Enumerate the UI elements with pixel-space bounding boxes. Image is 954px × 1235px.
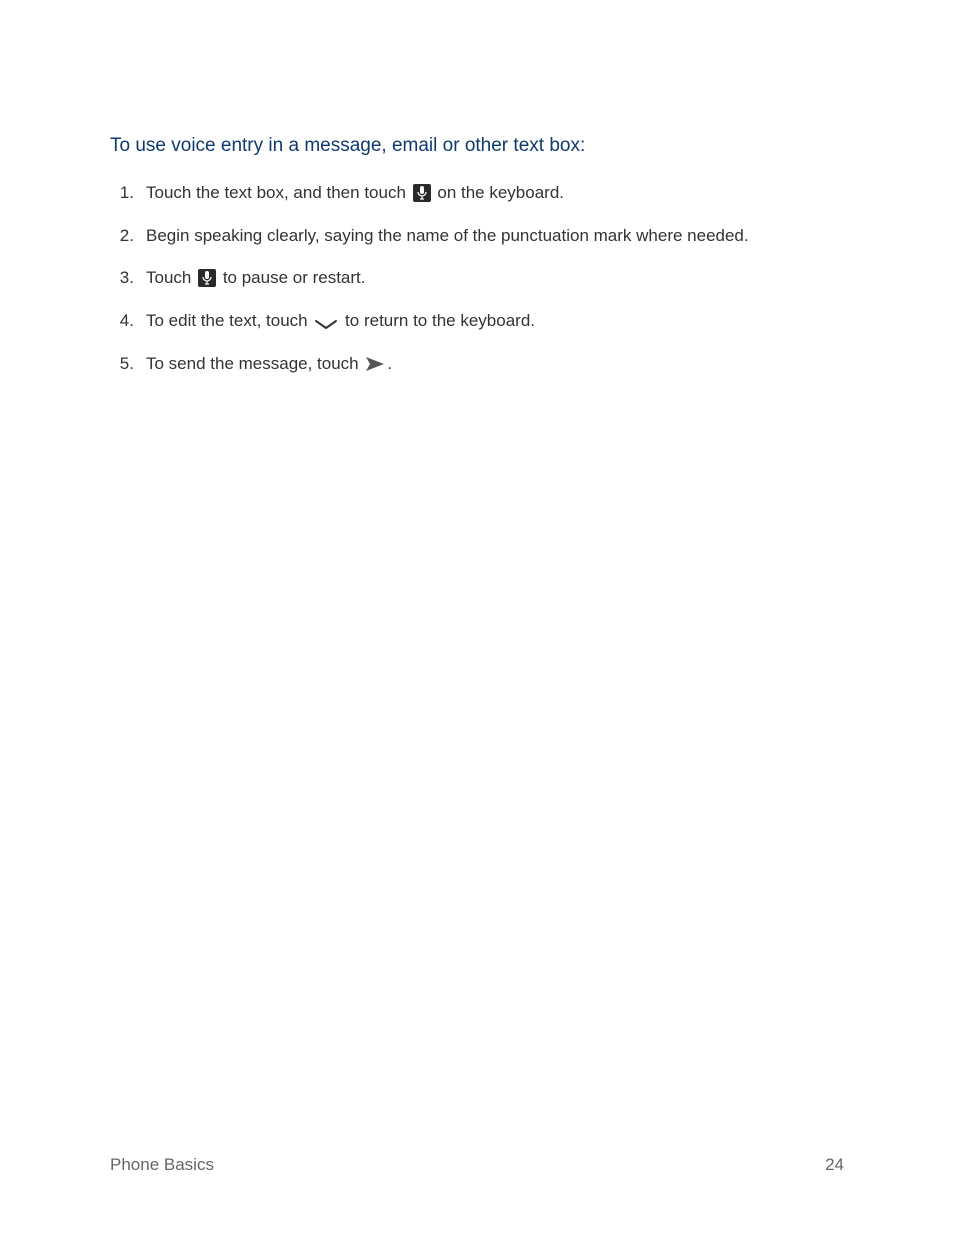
footer-page-number: 24	[825, 1155, 844, 1175]
microphone-icon	[413, 184, 431, 202]
step-3: Touch to pause or restart.	[110, 266, 844, 291]
section-heading: To use voice entry in a message, email o…	[110, 135, 844, 157]
send-icon	[365, 355, 385, 371]
step-1-text-b: on the keyboard.	[433, 183, 564, 202]
page-footer: Phone Basics 24	[110, 1155, 844, 1175]
step-4: To edit the text, touch to return to the…	[110, 309, 844, 334]
step-5-text-b: .	[387, 354, 392, 373]
page-content: To use voice entry in a message, email o…	[0, 0, 954, 376]
step-4-text-b: to return to the keyboard.	[340, 311, 535, 330]
step-4-text-a: To edit the text, touch	[146, 311, 312, 330]
step-3-text-b: to pause or restart.	[218, 268, 365, 287]
footer-section-name: Phone Basics	[110, 1155, 214, 1175]
microphone-icon	[198, 269, 216, 287]
step-5: To send the message, touch .	[110, 352, 844, 377]
step-1-text-a: Touch the text box, and then touch	[146, 183, 411, 202]
step-3-text-a: Touch	[146, 268, 196, 287]
step-2: Begin speaking clearly, saying the name …	[110, 224, 844, 249]
chevron-down-icon	[314, 314, 338, 326]
step-1: Touch the text box, and then touch on th…	[110, 181, 844, 206]
step-2-text: Begin speaking clearly, saying the name …	[146, 226, 749, 245]
step-5-text-a: To send the message, touch	[146, 354, 363, 373]
instruction-list: Touch the text box, and then touch on th…	[110, 181, 844, 376]
